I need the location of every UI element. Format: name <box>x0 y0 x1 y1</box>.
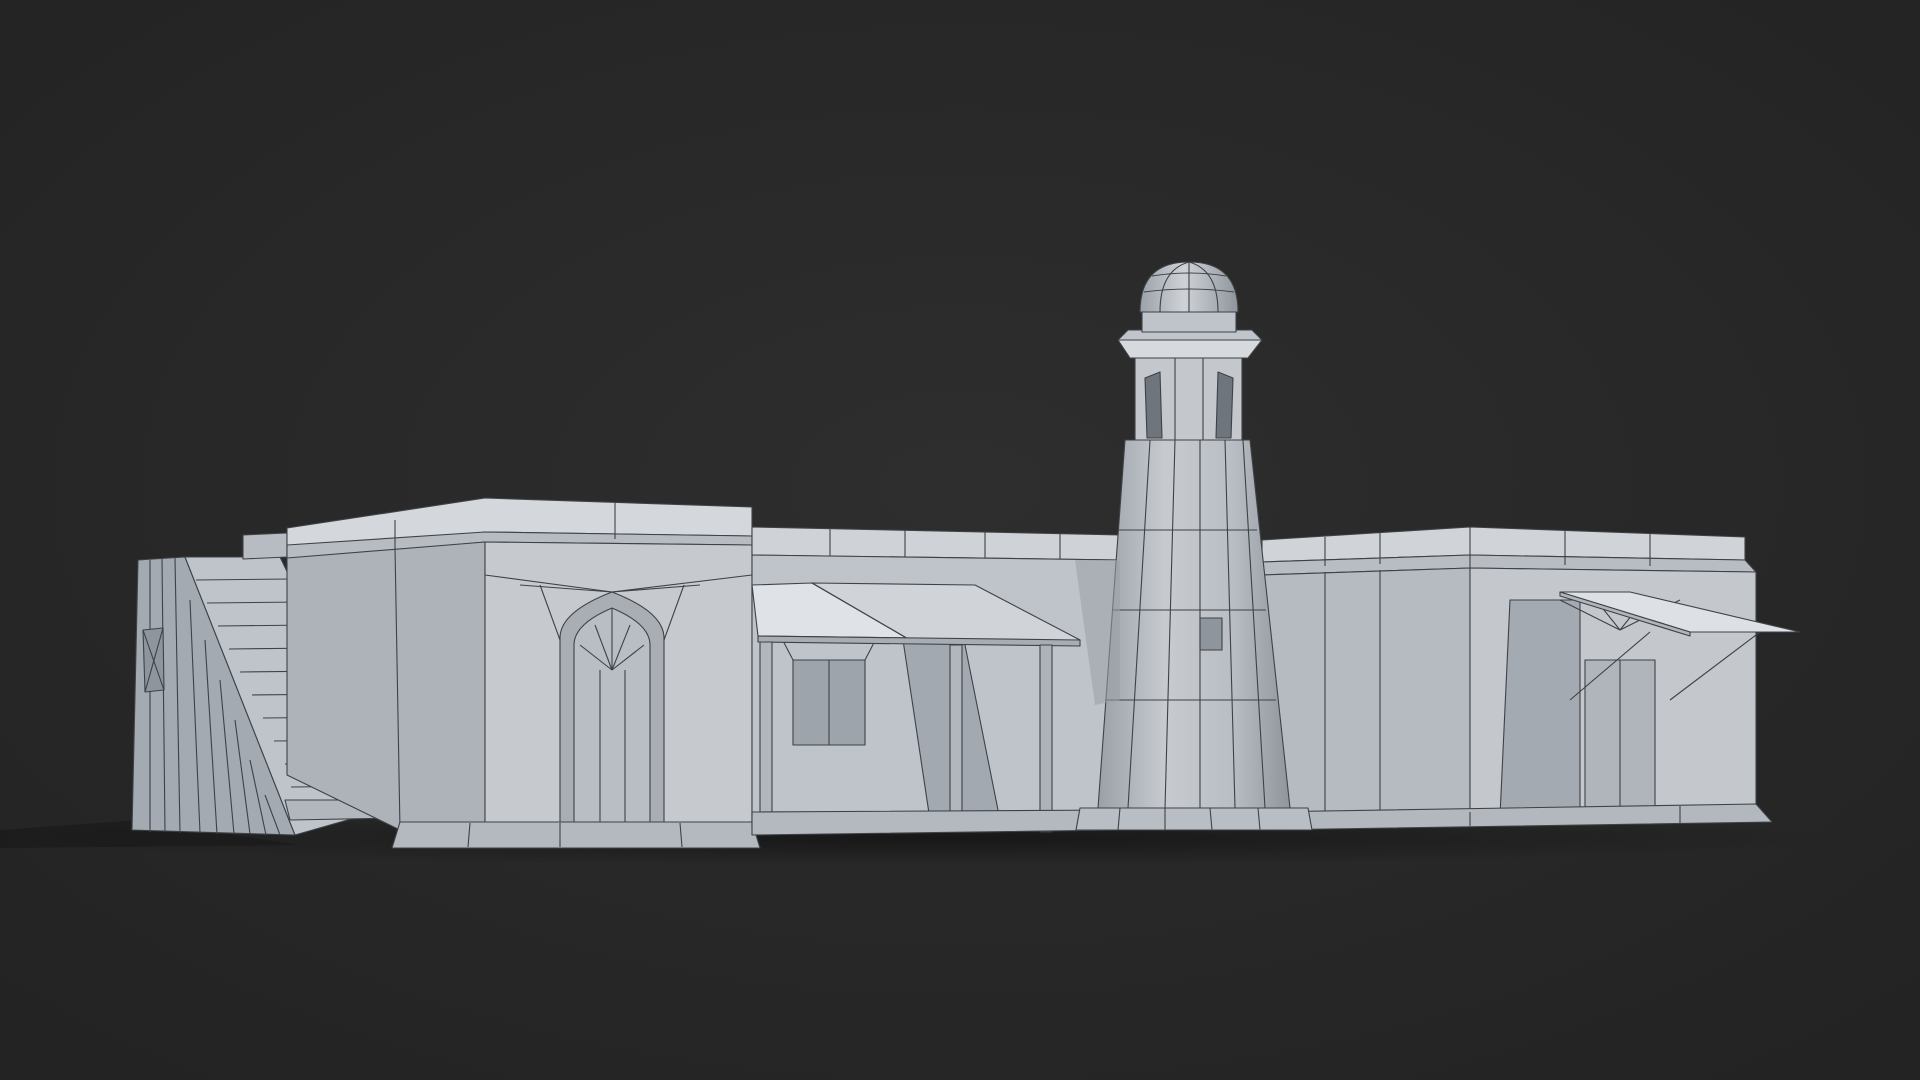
arched-door-icon <box>559 591 665 841</box>
clay-render-scene <box>0 0 1920 1080</box>
left-main-block <box>286 497 761 849</box>
render-viewport <box>0 0 1920 1080</box>
center-wall-block <box>751 526 1121 836</box>
right-main-block <box>1261 526 1801 831</box>
